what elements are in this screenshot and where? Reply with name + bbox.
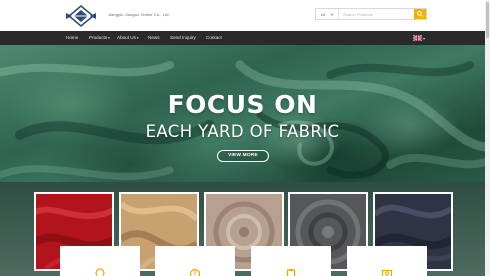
search-input[interactable]: [339, 9, 414, 19]
chevron-down-icon: ▾: [423, 35, 426, 41]
nav-label: Contact: [206, 35, 222, 40]
nav-item-news[interactable]: News: [148, 31, 160, 45]
search-bar: All ▾: [315, 8, 427, 20]
nav-label: Products: [89, 35, 108, 40]
chevron-down-icon: ▾: [108, 36, 110, 40]
feature-card[interactable]: [155, 246, 235, 276]
chevron-down-icon: ▾: [331, 11, 334, 17]
globe-icon: [189, 268, 201, 276]
language-selector[interactable]: ▾: [413, 35, 428, 41]
feature-card[interactable]: [347, 246, 427, 276]
hero-subtitle: EACH YARD OF FABRIC: [145, 122, 340, 141]
company-name: Jiangyin Jinuguo Textile Co., Ltd.: [108, 12, 170, 17]
nav-label: Send Inquiry: [170, 35, 196, 40]
feature-card[interactable]: [251, 246, 331, 276]
camera-icon: [381, 269, 393, 276]
search-button[interactable]: [414, 9, 426, 19]
chevron-down-icon: ▾: [136, 36, 139, 40]
hero-banner: FOCUS ON EACH YARD OF FABRIC VIEW MORE: [0, 45, 490, 190]
uk-flag-icon: [413, 35, 422, 41]
main-nav: Home Products▾ About Us▾ News Send Inqui…: [0, 31, 490, 45]
diamond-logo-icon[interactable]: [66, 5, 96, 27]
bulb-icon: [95, 268, 105, 276]
feature-card[interactable]: [60, 246, 140, 276]
view-more-button[interactable]: VIEW MORE: [217, 150, 269, 162]
nav-item-products[interactable]: Products▾: [89, 31, 110, 45]
nav-item-send-inquiry[interactable]: Send Inquiry: [170, 31, 196, 45]
page-scrollbar[interactable]: [485, 0, 490, 276]
hero-title: FOCUS ON: [167, 90, 318, 119]
search-category-value: All: [320, 11, 326, 17]
site-header: Jiangyin Jinuguo Textile Co., Ltd. All ▾: [0, 0, 490, 31]
search-category-select[interactable]: All ▾: [316, 9, 339, 19]
nav-label: About Us: [117, 35, 136, 40]
nav-item-home[interactable]: Home: [66, 31, 78, 45]
nav-label: Home: [66, 35, 79, 40]
nav-item-about-us[interactable]: About Us▾: [117, 31, 139, 45]
clipboard-icon: [286, 269, 296, 276]
nav-label: News: [148, 35, 160, 40]
search-icon: [417, 11, 423, 17]
nav-item-contact[interactable]: Contact: [206, 31, 222, 45]
scrollbar-thumb[interactable]: [486, 2, 489, 38]
